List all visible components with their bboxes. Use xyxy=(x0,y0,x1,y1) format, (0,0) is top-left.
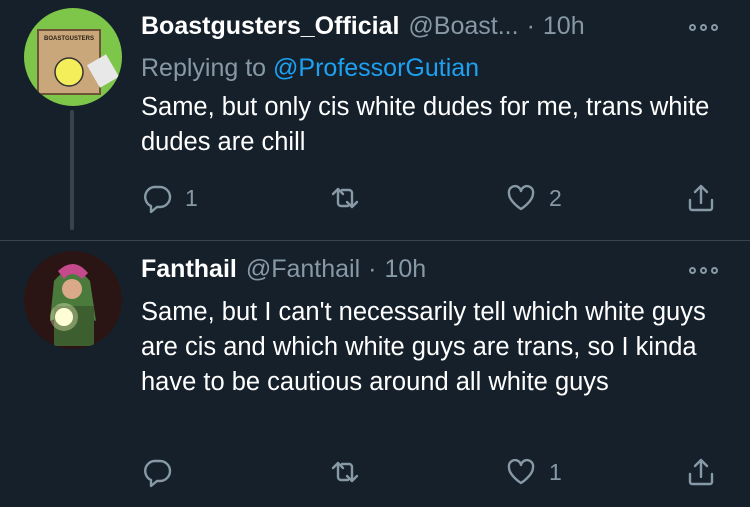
more-icon[interactable] xyxy=(689,24,718,31)
replying-to: Replying to @ProfessorGutian xyxy=(141,54,479,83)
heart-icon xyxy=(507,184,535,211)
share-icon xyxy=(688,458,714,486)
thread-line xyxy=(70,110,74,230)
reply-icon xyxy=(144,185,172,214)
avatar[interactable] xyxy=(24,251,122,349)
tweet-boastgusters[interactable]: BOASTGUSTERS Boastgusters_Official @Boas… xyxy=(0,0,750,240)
reply-count: 1 xyxy=(185,184,198,211)
share-icon xyxy=(688,184,714,212)
tweet-actions: 1 2 xyxy=(141,182,721,216)
display-name[interactable]: Boastgusters_Official xyxy=(141,12,399,41)
tweet-header: Fanthail @Fanthail · 10h xyxy=(141,255,426,284)
avatar-sign-text: BOASTGUSTERS xyxy=(44,36,94,42)
reply-mention-link[interactable]: @ProfessorGutian xyxy=(273,54,479,82)
timestamp[interactable]: 10h xyxy=(385,255,427,284)
like-button[interactable]: 1 xyxy=(505,456,562,488)
retweet-icon xyxy=(331,461,359,483)
avatar-boastgusters-image: BOASTGUSTERS xyxy=(24,8,122,106)
avatar[interactable]: BOASTGUSTERS xyxy=(24,8,122,106)
reply-button[interactable]: 1 xyxy=(141,182,198,214)
reply-button[interactable] xyxy=(141,456,185,488)
like-button[interactable]: 2 xyxy=(505,182,562,214)
separator-dot: · xyxy=(526,12,535,40)
like-count: 1 xyxy=(549,458,562,485)
tweet-text: Same, but only cis white dudes for me, t… xyxy=(141,93,710,156)
heart-icon xyxy=(507,458,535,485)
like-count: 2 xyxy=(549,184,562,211)
retweet-icon xyxy=(331,187,359,209)
tweet-actions: 1 xyxy=(141,456,721,490)
avatar-fanthail-image xyxy=(24,251,122,349)
tweet-fanthail[interactable]: Fanthail @Fanthail · 10h Same, but I can… xyxy=(0,241,750,507)
share-button[interactable] xyxy=(685,456,717,488)
separator-dot: · xyxy=(368,255,377,283)
reply-icon xyxy=(144,459,172,488)
retweet-button[interactable] xyxy=(329,182,373,214)
more-icon[interactable] xyxy=(689,267,718,274)
retweet-button[interactable] xyxy=(329,456,373,488)
tweet-text: Same, but I can't necessarily tell which… xyxy=(141,298,706,396)
timestamp[interactable]: 10h xyxy=(543,12,585,41)
tweet-header: Boastgusters_Official @Boast... · 10h xyxy=(141,12,585,41)
user-handle[interactable]: @Boast... xyxy=(408,12,518,41)
share-button[interactable] xyxy=(685,182,717,214)
user-handle[interactable]: @Fanthail xyxy=(246,255,360,284)
display-name[interactable]: Fanthail xyxy=(141,255,237,284)
replying-to-label: Replying to xyxy=(141,54,267,82)
